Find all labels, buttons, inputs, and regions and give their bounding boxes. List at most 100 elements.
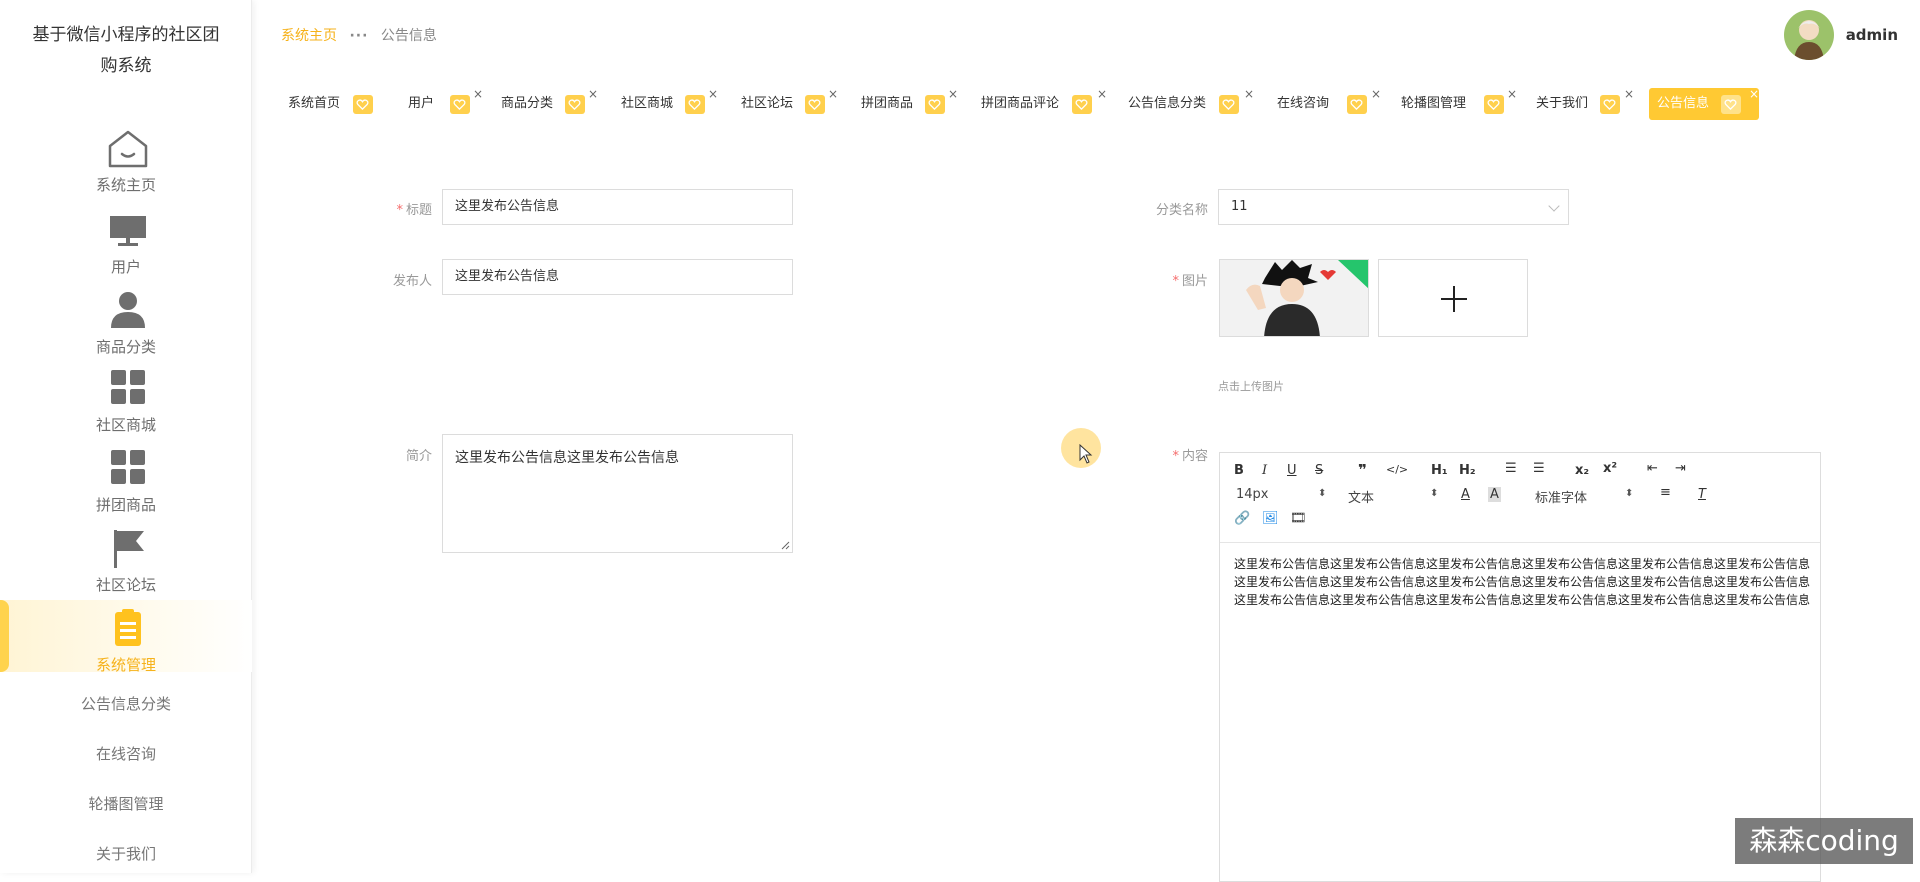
category-select[interactable]: 11 <box>1218 189 1569 225</box>
align-icon[interactable]: ≡ <box>1660 485 1671 500</box>
sidebar-item-mall[interactable]: 社区商城 <box>0 364 252 436</box>
background-color-icon[interactable]: A <box>1488 487 1501 502</box>
superscript-icon[interactable]: x² <box>1603 461 1617 476</box>
app-title-line1: 基于微信小程序的社区团 <box>32 25 220 45</box>
summary-text: 这里发布公告信息这里发布公告信息 <box>455 450 679 466</box>
summary-label: 简介 <box>405 449 432 464</box>
tag-about[interactable]: 关于我们 × <box>1528 87 1638 120</box>
sidebar: 基于微信小程序的社区团 购系统 系统主页 用户 商品分类 社区商城 拼团商品 社… <box>0 0 252 873</box>
title-input[interactable]: 这里发布公告信息 <box>442 189 793 225</box>
tag-group-goods[interactable]: 拼团商品 × <box>853 87 958 120</box>
avatar[interactable] <box>1783 10 1834 60</box>
sidebar-item-label: 系统管理 <box>95 656 156 674</box>
italic-icon[interactable]: I <box>1262 463 1267 478</box>
breadcrumb-home[interactable]: 系统主页 <box>281 28 337 44</box>
tag-close-icon[interactable]: × <box>1097 78 1107 110</box>
heart-icon <box>353 95 373 114</box>
sidebar-item-system[interactable]: 系统管理 <box>0 600 252 674</box>
underline-icon[interactable]: U <box>1287 463 1297 478</box>
publisher-input[interactable]: 这里发布公告信息 <box>442 259 793 295</box>
tag-notice-category[interactable]: 公告信息分类 × <box>1120 87 1260 120</box>
sidebar-item-label: 用户 <box>110 258 141 276</box>
tag-forum[interactable]: 社区论坛 × <box>733 87 838 120</box>
tag-close-icon[interactable]: × <box>1507 78 1517 110</box>
heading2-icon[interactable]: H₂ <box>1459 463 1476 478</box>
tag-label: 拼团商品评论 <box>981 96 1060 111</box>
uploaded-image-thumbnail[interactable] <box>1219 259 1369 337</box>
username: admin <box>1845 26 1898 44</box>
sidebar-subitem-about[interactable]: 关于我们 <box>0 843 252 864</box>
indent-icon[interactable]: ⇥ <box>1675 461 1686 476</box>
editor-content[interactable]: 这里发布公告信息这里发布公告信息这里发布公告信息这里发布公告信息这里发布公告信息… <box>1234 555 1810 609</box>
home-icon <box>108 130 148 168</box>
tag-group-reviews[interactable]: 拼团商品评论 × <box>973 87 1113 120</box>
tag-label: 在线咨询 <box>1277 96 1330 111</box>
sidebar-subitem-notice-category[interactable]: 公告信息分类 <box>0 693 252 714</box>
font-family-select[interactable]: 标准字体 ⬍ <box>1535 487 1635 506</box>
grid-icon <box>111 370 145 404</box>
tag-close-icon[interactable]: × <box>1749 78 1759 110</box>
publisher-label: 发布人 <box>392 274 432 289</box>
bold-icon[interactable]: B <box>1234 463 1244 478</box>
category-label: 分类名称 <box>1155 203 1208 218</box>
resize-handle-icon[interactable] <box>780 540 790 550</box>
category-value: 11 <box>1231 199 1248 214</box>
tag-users[interactable]: 用户 × <box>400 87 485 120</box>
sidebar-item-label: 拼团商品 <box>95 496 156 514</box>
tag-label: 用户 <box>408 96 435 111</box>
tag-close-icon[interactable]: × <box>1244 78 1254 110</box>
blockquote-icon[interactable]: ❞ <box>1358 461 1367 479</box>
ordered-list-icon[interactable]: ☰ <box>1505 461 1517 476</box>
tag-mall[interactable]: 社区商城 × <box>613 87 718 120</box>
tag-close-icon[interactable]: × <box>473 78 483 110</box>
editor-toolbar: B I U S ❞ </> H₁ H₂ ☰ ☰ x₂ x² ⇤ ⇥ 14px ⬍… <box>1220 453 1820 543</box>
tag-close-icon[interactable]: × <box>828 78 838 110</box>
subscript-icon[interactable]: x₂ <box>1575 463 1589 478</box>
rich-text-editor[interactable]: B I U S ❞ </> H₁ H₂ ☰ ☰ x₂ x² ⇤ ⇥ 14px ⬍… <box>1219 452 1821 882</box>
tag-close-icon[interactable]: × <box>588 78 598 110</box>
tag-close-icon[interactable]: × <box>1624 78 1634 110</box>
tag-home[interactable]: 系统首页 <box>280 88 375 120</box>
summary-textarea[interactable]: 这里发布公告信息这里发布公告信息 <box>442 434 793 553</box>
heart-icon <box>1072 95 1092 114</box>
breadcrumb-current: 公告信息 <box>380 28 437 44</box>
sidebar-subitem-consult[interactable]: 在线咨询 <box>0 743 252 764</box>
tag-close-icon[interactable]: × <box>948 78 958 110</box>
sidebar-item-users[interactable]: 用户 <box>0 204 252 276</box>
image-icon[interactable]: 🖼 <box>1262 511 1279 526</box>
bullet-list-icon[interactable]: ☰ <box>1533 461 1545 476</box>
video-icon[interactable]: 🎞 <box>1290 511 1307 526</box>
tag-label: 系统首页 <box>288 96 341 111</box>
tag-carousel[interactable]: 轮播图管理 × <box>1393 87 1518 120</box>
strike-icon[interactable]: S <box>1315 463 1323 478</box>
sidebar-item-categories[interactable]: 商品分类 <box>0 284 252 356</box>
heading1-icon[interactable]: H₁ <box>1431 463 1448 478</box>
flag-icon <box>114 530 144 568</box>
sidebar-item-group-goods[interactable]: 拼团商品 <box>0 444 252 516</box>
clear-format-icon[interactable]: T <box>1698 487 1706 502</box>
content-label: * 内容 <box>1172 449 1208 464</box>
user-menu[interactable]: admin <box>1783 10 1898 60</box>
link-icon[interactable]: 🔗 <box>1234 511 1250 526</box>
tag-categories[interactable]: 商品分类 × <box>493 87 598 120</box>
heart-icon <box>805 95 825 114</box>
font-size-select[interactable]: 14px ⬍ <box>1236 487 1326 502</box>
tag-consult[interactable]: 在线咨询 × <box>1269 87 1384 120</box>
tag-label: 公告信息分类 <box>1128 96 1207 111</box>
sidebar-item-home[interactable]: 系统主页 <box>0 124 252 196</box>
sidebar-item-forum[interactable]: 社区论坛 <box>0 524 252 596</box>
tag-notice[interactable]: 公告信息 × <box>1649 87 1759 120</box>
code-block-icon[interactable]: </> <box>1386 463 1408 476</box>
sidebar-subitem-carousel[interactable]: 轮播图管理 <box>0 793 252 814</box>
tag-close-icon[interactable]: × <box>708 78 718 110</box>
upload-image-button[interactable] <box>1378 259 1528 337</box>
clipboard-icon <box>115 609 141 646</box>
outdent-icon[interactable]: ⇤ <box>1647 461 1658 476</box>
watermark: 森森coding <box>1735 818 1913 864</box>
text-type-select[interactable]: 文本 ⬍ <box>1348 487 1438 506</box>
heart-icon <box>1347 95 1367 114</box>
font-color-icon[interactable]: A <box>1461 487 1470 502</box>
sidebar-item-label: 社区商城 <box>95 416 156 434</box>
tag-close-icon[interactable]: × <box>1371 78 1381 110</box>
updown-icon: ⬍ <box>1625 488 1634 499</box>
